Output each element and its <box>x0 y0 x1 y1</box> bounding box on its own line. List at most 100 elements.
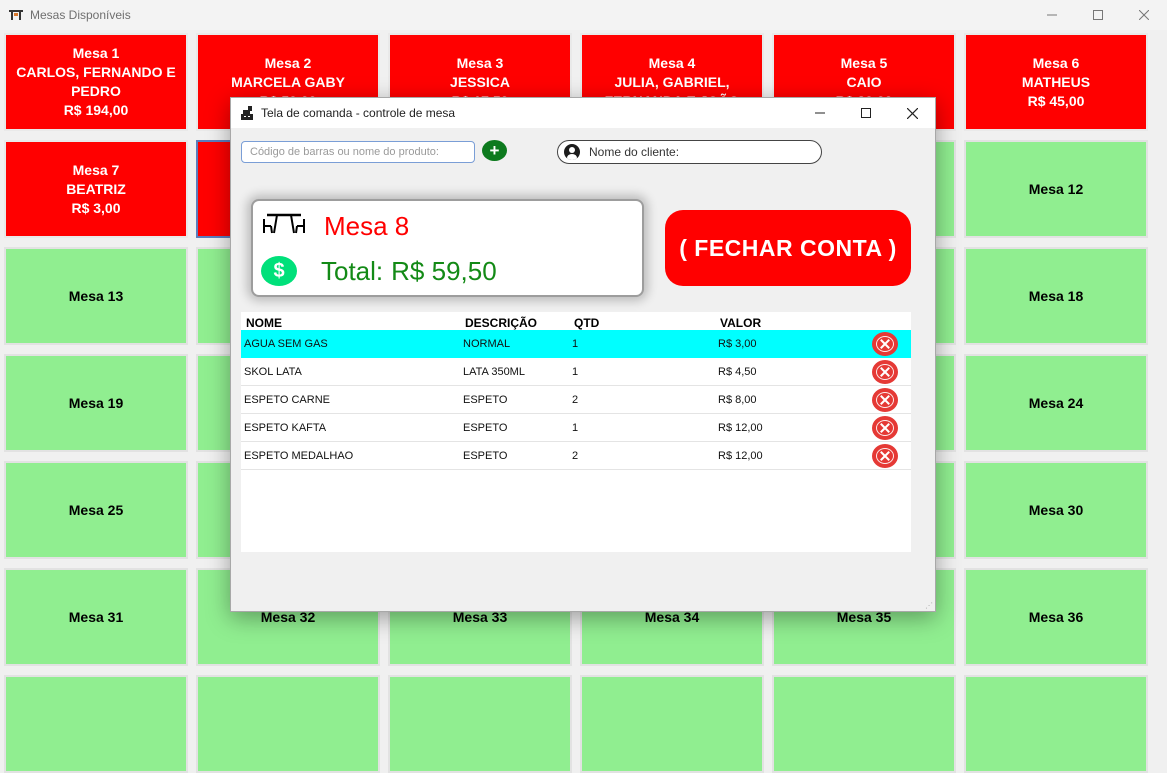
table-card-detail: MARCELA GABY <box>231 73 345 90</box>
plus-icon: + <box>489 141 500 160</box>
remove-ring <box>876 364 894 380</box>
table-card-title: Mesa 13 <box>68 287 124 304</box>
table-info-card: Mesa 8 $ Total: R$ 59,50 <box>251 199 644 297</box>
remove-item-icon[interactable] <box>872 444 898 468</box>
table-card-detail: R$ 45,00 <box>1027 92 1085 109</box>
close-button[interactable] <box>1121 0 1167 30</box>
table-card-title: Mesa 4 <box>648 54 696 71</box>
user-icon <box>564 144 580 160</box>
dialog-minimize-button[interactable] <box>797 98 843 128</box>
column-header-nome[interactable]: NOME <box>241 316 460 330</box>
product-search-input[interactable] <box>241 141 475 163</box>
table-card-detail: PEDRO <box>71 83 121 99</box>
cell-descricao: ESPETO <box>463 421 508 434</box>
table-row[interactable]: ESPETO KAFTA ESPETO 1 R$ 12,00 <box>241 414 911 442</box>
cell-descricao: NORMAL <box>463 337 511 350</box>
close-bill-button[interactable]: ( FECHAR CONTA ) <box>665 210 911 286</box>
order-items-table: NOME DESCRIÇÃO QTD VALOR AGUA SEM GAS NOR… <box>241 312 911 552</box>
cell-nome: ESPETO KAFTA <box>244 421 327 434</box>
dollar-icon: $ <box>261 256 297 286</box>
table-app-icon <box>8 8 24 22</box>
remove-ring <box>876 420 894 436</box>
table-card-title: Mesa 2 <box>264 54 312 71</box>
table-card-detail: R$ 3,00 <box>71 199 121 216</box>
maximize-icon <box>861 108 871 118</box>
column-header-qtd[interactable]: QTD <box>569 316 714 330</box>
column-header-valor[interactable]: VALOR <box>714 316 814 330</box>
table-card[interactable] <box>4 675 188 773</box>
table-card[interactable] <box>196 675 380 773</box>
close-icon <box>1139 10 1149 20</box>
cell-descricao: ESPETO <box>463 449 508 462</box>
window-titlebar: Mesas Disponíveis <box>0 0 1167 30</box>
cell-valor: R$ 12,00 <box>718 421 763 434</box>
table-card[interactable]: Mesa 31 <box>4 568 188 666</box>
minimize-icon <box>1047 14 1057 16</box>
table-card[interactable]: Mesa 1 CARLOS, FERNANDO E PEDRO R$ 194,00 <box>4 33 188 131</box>
remove-ring <box>876 336 894 352</box>
cell-nome: ESPETO CARNE <box>244 393 330 406</box>
table-card-title: Mesa 31 <box>68 608 124 625</box>
remove-item-icon[interactable] <box>872 388 898 412</box>
table-card-detail: CAIO <box>846 73 882 90</box>
remove-ring <box>876 448 894 464</box>
table-card-detail: JESSICA <box>450 73 510 90</box>
table-card[interactable]: Mesa 7 BEATRIZ R$ 3,00 <box>4 140 188 238</box>
table-row[interactable]: SKOL LATA LATA 350ML 1 R$ 4,50 <box>241 358 911 386</box>
table-card-title: Mesa 25 <box>68 501 124 518</box>
remove-item-icon[interactable] <box>872 332 898 356</box>
table-card[interactable] <box>580 675 764 773</box>
comanda-dialog: Tela de comanda - controle de mesa + <box>230 97 936 612</box>
maximize-button[interactable] <box>1075 0 1121 30</box>
minimize-icon <box>815 112 825 114</box>
table-card[interactable]: Mesa 24 <box>964 354 1148 452</box>
cell-nome: SKOL LATA <box>244 365 302 378</box>
client-name-input[interactable] <box>589 145 809 159</box>
resize-grip-icon[interactable]: ⋰ <box>925 601 933 610</box>
remove-ring <box>876 392 894 408</box>
table-card[interactable]: Mesa 36 <box>964 568 1148 666</box>
table-card[interactable]: Mesa 25 <box>4 461 188 559</box>
table-card[interactable]: Mesa 12 <box>964 140 1148 238</box>
dialog-maximize-button[interactable] <box>843 98 889 128</box>
cell-valor: R$ 3,00 <box>718 337 757 350</box>
table-card[interactable] <box>964 675 1148 773</box>
cell-nome: ESPETO MEDALHAO <box>244 449 354 462</box>
total-amount: Total: R$ 59,50 <box>321 256 497 287</box>
table-card[interactable] <box>772 675 956 773</box>
table-card-title: Mesa 5 <box>840 54 888 71</box>
table-card-title: Mesa 36 <box>1028 608 1084 625</box>
column-header-descricao[interactable]: DESCRIÇÃO <box>460 316 569 330</box>
table-card[interactable]: Mesa 13 <box>4 247 188 345</box>
cell-qtd: 2 <box>572 393 579 406</box>
dialog-close-button[interactable] <box>889 98 935 128</box>
maximize-icon <box>1093 10 1103 20</box>
table-card[interactable] <box>388 675 572 773</box>
remove-item-icon[interactable] <box>872 360 898 384</box>
table-card[interactable]: Mesa 6 MATHEUS R$ 45,00 <box>964 33 1148 131</box>
cashier-icon <box>239 105 255 121</box>
cell-qtd: 1 <box>572 365 579 378</box>
table-card-title: Mesa 12 <box>1028 180 1084 197</box>
table-card-title: Mesa 19 <box>68 394 124 411</box>
table-card-detail: R$ 194,00 <box>63 102 129 118</box>
table-card[interactable]: Mesa 19 <box>4 354 188 452</box>
remove-item-icon[interactable] <box>872 416 898 440</box>
table-card-title: Mesa 30 <box>1028 501 1084 518</box>
table-row[interactable]: AGUA SEM GAS NORMAL 1 R$ 3,00 <box>241 330 911 358</box>
table-card-title: Mesa 24 <box>1028 394 1084 411</box>
close-icon <box>906 107 918 119</box>
table-header: NOME DESCRIÇÃO QTD VALOR <box>241 312 911 330</box>
table-card[interactable]: Mesa 30 <box>964 461 1148 559</box>
table-card-title: Mesa 18 <box>1028 287 1084 304</box>
table-card-detail: CARLOS, FERNANDO E <box>16 64 176 80</box>
add-product-button[interactable]: + <box>482 140 507 161</box>
table-card-detail: MATHEUS <box>1021 73 1091 90</box>
minimize-button[interactable] <box>1029 0 1075 30</box>
table-card[interactable]: Mesa 18 <box>964 247 1148 345</box>
table-row[interactable]: ESPETO MEDALHAO ESPETO 2 R$ 12,00 <box>241 442 911 470</box>
dialog-titlebar: Tela de comanda - controle de mesa <box>231 98 935 128</box>
table-row[interactable]: ESPETO CARNE ESPETO 2 R$ 8,00 <box>241 386 911 414</box>
client-name-field[interactable] <box>557 140 822 164</box>
cell-qtd: 1 <box>572 337 579 350</box>
